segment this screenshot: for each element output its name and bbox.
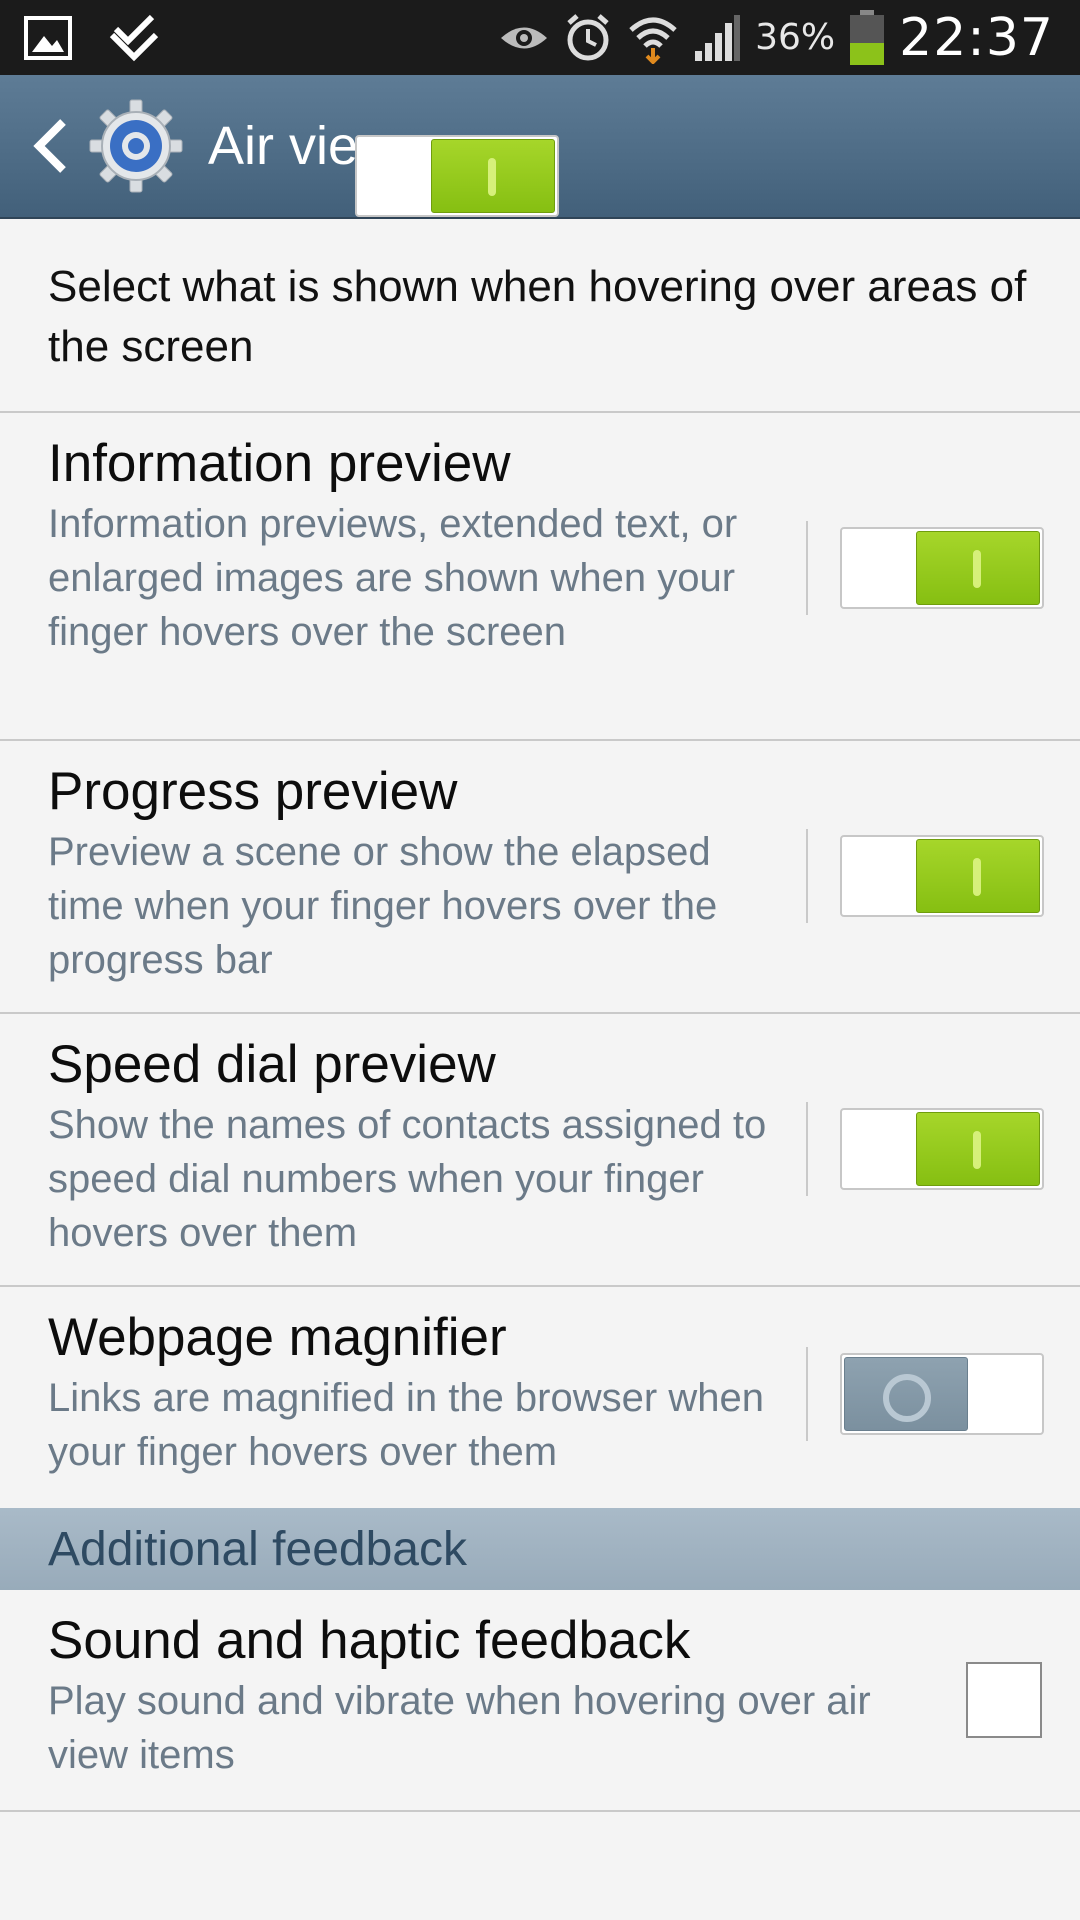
progress-preview-switch[interactable] xyxy=(840,835,1044,917)
setting-title: Speed dial preview xyxy=(48,1035,496,1094)
setting-progress-preview[interactable]: Progress preview Preview a scene or show… xyxy=(0,741,1080,1014)
row-divider xyxy=(806,1102,808,1196)
row-divider xyxy=(806,521,808,615)
back-button[interactable] xyxy=(20,74,82,218)
settings-gear-icon xyxy=(86,96,186,196)
setting-description: Play sound and vibrate when hovering ove… xyxy=(48,1679,871,1777)
switch-thumb xyxy=(431,139,556,213)
chevron-left-icon xyxy=(33,119,66,173)
webpage-magnifier-switch[interactable] xyxy=(840,1353,1044,1435)
wifi-icon xyxy=(629,17,677,64)
setting-description: Links are magnified in the browser when … xyxy=(48,1376,764,1474)
section-header-additional-feedback: Additional feedback xyxy=(0,1508,1080,1590)
tasks-icon xyxy=(109,14,159,61)
action-bar: Air view xyxy=(0,75,1080,219)
alarm-icon xyxy=(567,13,609,60)
switch-thumb xyxy=(916,1112,1040,1186)
speed-dial-preview-switch[interactable] xyxy=(840,1108,1044,1190)
battery-icon xyxy=(850,9,885,65)
signal-icon xyxy=(695,14,741,61)
setting-information-preview[interactable]: Information preview Information previews… xyxy=(0,413,1080,741)
setting-speed-dial-preview[interactable]: Speed dial preview Show the names of con… xyxy=(0,1014,1080,1287)
setting-sound-and-haptic-feedback[interactable]: Sound and haptic feedback Play sound and… xyxy=(0,1590,1080,1812)
setting-title: Information preview xyxy=(48,434,511,493)
eye-icon xyxy=(501,27,548,48)
setting-description: Show the names of contacts assigned to s… xyxy=(48,1103,767,1255)
intro-text: Select what is shown when hovering over … xyxy=(0,221,1080,413)
row-divider xyxy=(806,1347,808,1441)
battery-percent: 36% xyxy=(755,17,836,58)
gallery-icon xyxy=(24,15,72,60)
setting-title: Progress preview xyxy=(48,762,458,821)
switch-thumb xyxy=(916,839,1040,913)
settings-list: Select what is shown when hovering over … xyxy=(0,221,1080,1812)
setting-description: Information previews, extended text, or … xyxy=(48,502,738,654)
sound-haptic-checkbox[interactable] xyxy=(966,1662,1042,1738)
setting-title: Sound and haptic feedback xyxy=(48,1611,691,1670)
clock: 22:37 xyxy=(899,7,1054,68)
row-divider xyxy=(806,829,808,923)
status-bar: 36% 22:37 xyxy=(0,0,1080,75)
air-view-master-switch[interactable] xyxy=(355,135,560,217)
setting-description: Preview a scene or show the elapsed time… xyxy=(48,830,718,982)
information-preview-switch[interactable] xyxy=(840,527,1044,609)
switch-thumb xyxy=(844,1357,968,1431)
switch-thumb xyxy=(916,531,1040,605)
setting-webpage-magnifier[interactable]: Webpage magnifier Links are magnified in… xyxy=(0,1287,1080,1508)
